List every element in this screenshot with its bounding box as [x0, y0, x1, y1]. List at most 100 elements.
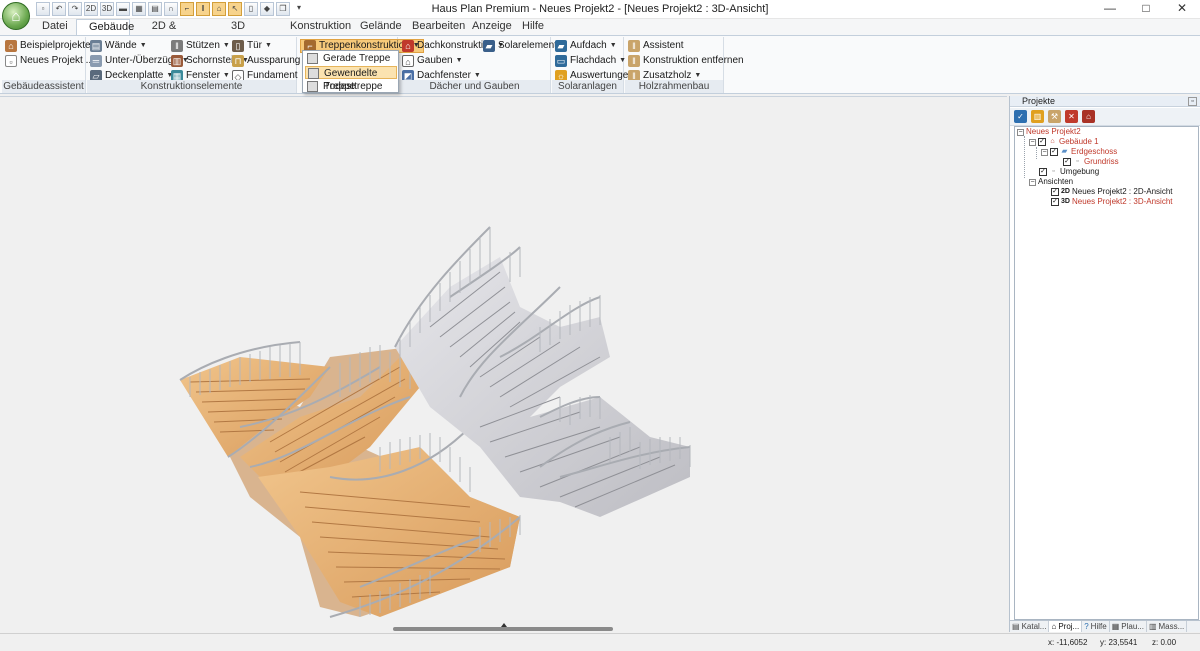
collapse-icon[interactable]: −	[1041, 148, 1048, 156]
group-label-gebaeudeassistent: Gebäudeassistent	[2, 80, 85, 93]
group-label-holzrahmenbau: Holzrahmenbau	[625, 80, 723, 93]
floor-icon: ▰	[1061, 148, 1068, 155]
coord-y: y: 23,5541	[1100, 638, 1138, 647]
building-icon: ⌂	[1050, 138, 1055, 145]
tools-icon[interactable]: ⚒	[1048, 110, 1061, 123]
visibility-checkbox[interactable]: ✓	[1051, 198, 1059, 206]
panel-header: Projekte ▫	[1010, 96, 1200, 107]
konstruktion-entfernen-button[interactable]: ‖ Konstruktion entfernen	[628, 54, 744, 68]
recess-icon: ⊓	[232, 55, 244, 67]
chart-icon[interactable]: ▥	[1031, 110, 1044, 123]
pin-icon[interactable]: ▫	[1188, 97, 1197, 106]
panel-bottom-tabs: ▤ Katal... ⌂ Proj... ? Hilfe ▦ Plau... ▥ Mass…	[1010, 620, 1200, 632]
close-button[interactable]: ✕	[1164, 0, 1200, 19]
house-add-icon[interactable]: ⌂	[1082, 110, 1095, 123]
timber-frame-icon: ‖	[628, 40, 640, 52]
horizontal-scrollbar[interactable]	[393, 627, 613, 631]
house-icon: ⌂	[5, 40, 17, 52]
project-panel: Projekte ▫ ✓ ▥ ⚒ ✕ ⌂ − Neues Projekt2 − ✓ ⌂…	[1009, 96, 1200, 632]
group-label-solaranlagen: Solaranlagen	[552, 80, 623, 93]
neues-projekt-button[interactable]: ▫ Neues Projekt ...	[5, 54, 94, 68]
waende-button[interactable]: ▤ Wände ▼	[90, 39, 147, 53]
visibility-checkbox[interactable]: ✓	[1050, 148, 1058, 156]
chimney-icon: ▥	[171, 55, 183, 67]
scroll-grip-icon[interactable]	[501, 623, 507, 627]
2d-icon: 2D	[1061, 188, 1070, 195]
tree-node-2d-view[interactable]: ✓ 2D Neues Projekt2 : 2D-Ansicht	[1051, 187, 1173, 197]
remove-frame-icon: ‖	[628, 55, 640, 67]
panel-toolbar: ✓ ▥ ⚒ ✕ ⌂	[1010, 108, 1200, 126]
tree-node-building[interactable]: − ✓ ⌂ Gebäude 1	[1029, 137, 1099, 147]
collapse-icon[interactable]: −	[1029, 138, 1036, 146]
app-menu-button[interactable]: ⌂	[2, 2, 30, 30]
group-solaranlagen: ▰ Aufdach ▼ ▭ Flachdach ▼ ☼ Auswertungen Sola…	[552, 37, 634, 93]
help-icon: ?	[1084, 622, 1089, 631]
stair-model-render	[179, 226, 691, 618]
group-daecher-gauben: ⌂ Dachkonstruktion ▼ ⌂ Gauben ▼ ◩ Dachfenster…	[399, 37, 567, 93]
group-label-konstruktionselemente: Konstruktionselemente	[87, 80, 296, 93]
tab-hilfe[interactable]: Hilfe	[510, 19, 550, 35]
tree-node-views[interactable]: − Ansichten	[1029, 177, 1073, 187]
window-controls: — □ ✕	[1092, 0, 1200, 19]
window-title: Haus Plan Premium - Neues Projekt2 - [Ne…	[431, 3, 769, 15]
tree-node-project[interactable]: − Neues Projekt2	[1017, 127, 1081, 137]
visibility-checkbox[interactable]: ✓	[1038, 138, 1046, 146]
document-icon: ▫	[5, 55, 17, 67]
tree-node-floorplan[interactable]: ✓ ▫ Grundriss	[1063, 157, 1119, 167]
delete-icon[interactable]: ✕	[1065, 110, 1078, 123]
treppen-dropdown-menu: Gerade Treppe Gewendelte Treppe Podesttr…	[302, 50, 399, 93]
menu-item-podesttreppe[interactable]: Podesttreppe	[305, 80, 397, 93]
group-gebaeudeassistent: ⌂ Beispielprojekte ... ▫ Neues Projekt ...…	[2, 37, 102, 93]
3d-viewport[interactable]	[0, 96, 1007, 632]
door-icon: ▯	[232, 40, 244, 52]
tab-hilfe-panel[interactable]: ? Hilfe	[1082, 621, 1110, 632]
maximize-button[interactable]: □	[1128, 0, 1164, 19]
visibility-checkbox[interactable]: ✓	[1051, 188, 1059, 196]
check-icon[interactable]: ✓	[1014, 110, 1027, 123]
tab-plaussi[interactable]: ▦ Plau...	[1110, 621, 1147, 632]
assistent-button[interactable]: ‖ Assistent	[628, 39, 684, 53]
flachdach-button[interactable]: ▭ Flachdach ▼	[555, 54, 626, 68]
visibility-checkbox[interactable]: ✓	[1063, 158, 1071, 166]
chevron-down-icon: ▼	[455, 57, 463, 64]
menu-item-gerade-treppe[interactable]: Gerade Treppe	[305, 52, 397, 65]
dormer-icon: ⌂	[402, 55, 414, 67]
tab-anzeige[interactable]: Anzeige	[460, 19, 512, 35]
visibility-checkbox[interactable]: ✓	[1039, 168, 1047, 176]
column-icon: ‖	[171, 40, 183, 52]
tab-gelaende[interactable]: Gelände	[348, 19, 402, 35]
status-bar: x: -11,6052 y: 23,5541 z: 0.00	[0, 633, 1200, 651]
gauben-button[interactable]: ⌂ Gauben ▼	[402, 54, 463, 68]
minimize-button[interactable]: —	[1092, 0, 1128, 19]
tab-konstruktion[interactable]: Konstruktion	[278, 19, 351, 35]
tab-masse[interactable]: ▥ Mass...	[1147, 621, 1188, 632]
tab-datei[interactable]: Datei	[30, 19, 76, 35]
stuetzen-button[interactable]: ‖ Stützen ▼	[171, 39, 230, 53]
tab-katalog[interactable]: ▤ Katal...	[1010, 621, 1050, 632]
project-icon: ⌂	[1051, 622, 1057, 631]
collapse-icon[interactable]: −	[1029, 178, 1036, 186]
chevron-down-icon: ▼	[609, 42, 617, 49]
tree-node-floor[interactable]: − ✓ ▰ Erdgeschoss	[1041, 147, 1117, 157]
menu-item-gewendelte-treppe[interactable]: Gewendelte Treppe	[305, 66, 397, 92]
aufdach-button[interactable]: ▰ Aufdach ▼	[555, 39, 617, 53]
roof-icon: ⌂	[402, 40, 414, 52]
tab-3d-funktionen[interactable]: 3D Funktionen	[198, 19, 278, 47]
tuer-button[interactable]: ▯ Tür ▼	[232, 39, 272, 53]
tree-node-3d-view[interactable]: ✓ 3D Neues Projekt2 : 3D-Ansicht	[1051, 197, 1173, 207]
beam-icon: ═	[90, 55, 102, 67]
coord-x: x: -11,6052	[1048, 638, 1088, 647]
solar-icon: ▰	[483, 40, 495, 52]
collapse-icon[interactable]: −	[1017, 128, 1024, 136]
tab-gebaeude[interactable]: Gebäude	[76, 19, 134, 35]
tab-projekte[interactable]: ⌂ Proj...	[1049, 621, 1083, 632]
ribbon: ⌂ Beispielprojekte ... ▫ Neues Projekt ...…	[0, 35, 1200, 94]
environment-icon: ▫	[1052, 168, 1055, 175]
title-bar: ▫ ↶ ↷ 2D 3D ▬ ▦ ▤ ∩ ⌐ ‖ ⌂ ↖ ▯ ◆ ❐ ▾ Haus…	[0, 0, 1200, 19]
tree-node-environment[interactable]: ✓ ▫ Umgebung	[1039, 167, 1099, 177]
catalog-icon: ▤	[1012, 622, 1020, 631]
wall-icon: ▤	[90, 40, 102, 52]
panel-title: Projekte	[1022, 96, 1056, 106]
tab-2d-layout[interactable]: 2D & Layout	[130, 19, 198, 47]
tab-bearbeiten[interactable]: Bearbeiten	[400, 19, 465, 35]
